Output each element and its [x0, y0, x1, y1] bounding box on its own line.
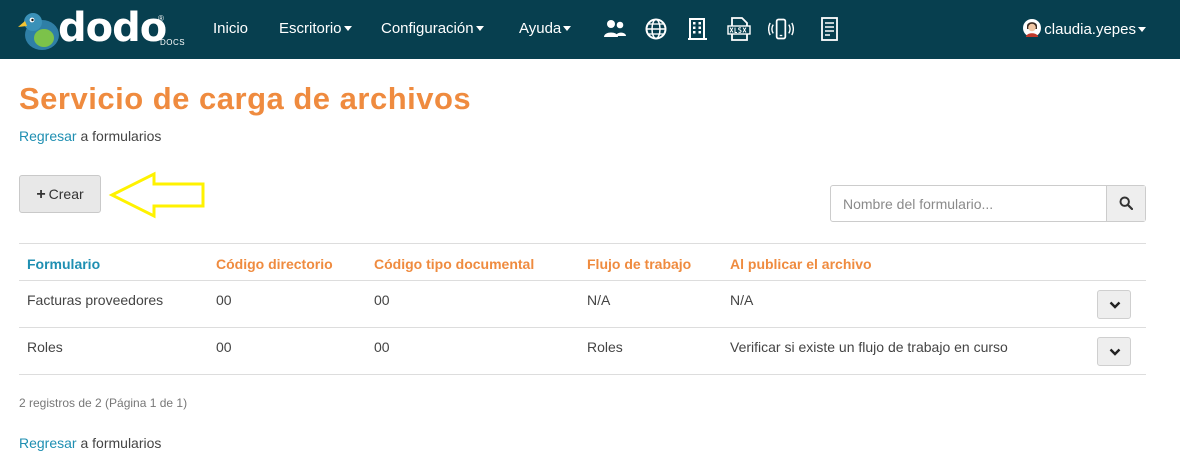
table-row: Roles 00 00 Roles Verificar si existe un… [19, 327, 1146, 374]
cell-al-publicar: N/A [730, 292, 754, 308]
globe-icon[interactable] [643, 16, 669, 42]
back-link-suffix: a formularios [76, 435, 162, 451]
nav-configuracion-label: Configuración [381, 20, 474, 37]
search-input[interactable] [831, 186, 1107, 221]
nav-ayuda-label: Ayuda [519, 20, 562, 37]
cell-al-publicar: Verificar si existe un flujo de trabajo … [730, 339, 1008, 355]
back-link[interactable]: Regresar [19, 128, 77, 144]
brand-sub: DOCS [160, 38, 186, 47]
cell-formulario: Roles [27, 339, 63, 355]
cell-codigo-directorio: 00 [216, 292, 232, 308]
cell-codigo-directorio: 00 [216, 339, 232, 355]
nav-configuracion[interactable]: Configuración [381, 19, 484, 39]
cell-flujo-de-trabajo: Roles [587, 339, 623, 355]
user-avatar-icon [1023, 19, 1042, 37]
xlsx-file-icon[interactable] [726, 16, 752, 42]
table-row: Facturas proveedores 00 00 N/A N/A [19, 280, 1146, 327]
caret-down-icon [475, 25, 484, 31]
nav-escritorio-label: Escritorio [279, 20, 342, 37]
back-link[interactable]: Regresar [19, 435, 77, 451]
table-header-row: Formulario Código directorio Código tipo… [19, 243, 1146, 280]
nav-escritorio[interactable]: Escritorio [279, 19, 352, 39]
nav-ayuda[interactable]: Ayuda [519, 19, 572, 39]
create-button-label: Crear [48, 186, 84, 202]
row-actions-dropdown-button[interactable] [1097, 337, 1131, 366]
nav-inicio[interactable]: Inicio [213, 19, 248, 39]
row-actions-dropdown-button[interactable] [1097, 290, 1131, 319]
brand-registered-mark: ® [158, 14, 164, 23]
highlight-arrow-icon [108, 171, 205, 219]
search-button[interactable] [1106, 186, 1145, 221]
create-button[interactable]: + Crear [19, 175, 101, 213]
back-to-forms-top: Regresar a formularios [19, 127, 161, 145]
users-icon[interactable] [602, 16, 628, 42]
caret-down-icon [563, 25, 572, 31]
mobile-vibrate-icon[interactable] [768, 16, 794, 42]
plus-icon: + [36, 186, 46, 203]
brand-name: dodo [58, 5, 167, 51]
cell-codigo-tipo-documental: 00 [374, 339, 390, 355]
document-list-icon[interactable] [817, 16, 843, 42]
nav-inicio-label: Inicio [213, 20, 249, 37]
column-header-codigo-tipo-documental: Código tipo documental [374, 256, 535, 272]
column-header-codigo-directorio: Código directorio [216, 256, 333, 272]
top-navbar: dodo ® DOCS Inicio Escritorio Configurac… [0, 0, 1180, 59]
user-menu[interactable]: claudia.yepes [1023, 19, 1146, 40]
column-header-al-publicar: Al publicar el archivo [730, 256, 872, 272]
search-icon [1119, 196, 1133, 210]
cell-codigo-tipo-documental: 00 [374, 292, 390, 308]
records-count: 2 registros de 2 (Página 1 de 1) [19, 396, 188, 410]
page-title: Servicio de carga de archivos [19, 81, 472, 116]
cell-flujo-de-trabajo: N/A [587, 292, 611, 308]
back-link-suffix: a formularios [76, 128, 162, 144]
caret-down-icon [343, 25, 352, 31]
back-to-forms-bottom: Regresar a formularios [19, 434, 161, 452]
caret-down-icon [1138, 26, 1146, 32]
dodo-logo[interactable]: dodo ® DOCS [18, 5, 188, 52]
building-icon[interactable] [685, 16, 711, 42]
user-name: claudia.yepes [1044, 21, 1136, 38]
column-header-flujo-de-trabajo: Flujo de trabajo [587, 256, 692, 272]
forms-table: Formulario Código directorio Código tipo… [19, 243, 1146, 375]
cell-formulario: Facturas proveedores [27, 292, 164, 308]
dodo-bird-icon [18, 13, 59, 50]
search-box [830, 185, 1146, 222]
table-bottom-border [19, 374, 1146, 375]
chevron-down-icon [1109, 348, 1121, 356]
column-header-formulario[interactable]: Formulario [27, 255, 100, 273]
chevron-down-icon [1109, 301, 1121, 309]
